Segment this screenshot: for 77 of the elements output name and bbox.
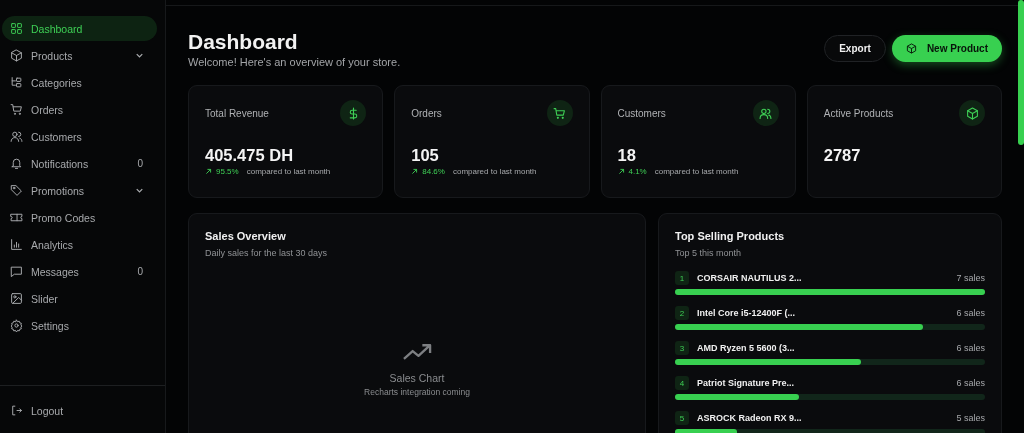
gear-icon xyxy=(10,319,23,332)
ticket-icon xyxy=(10,211,23,224)
new-product-button[interactable]: New Product xyxy=(891,35,1002,62)
sales-count: 6 sales xyxy=(956,378,985,388)
stat-value: 405.475 DH xyxy=(205,146,295,165)
bar-chart-icon xyxy=(10,238,23,251)
bell-icon xyxy=(10,157,23,170)
sales-count: 6 sales xyxy=(956,343,985,353)
stat-value: 18 xyxy=(617,146,637,165)
change-note: compared to last month xyxy=(654,167,739,176)
rank-badge: 2 xyxy=(675,306,689,320)
sidebar-item[interactable]: Slider xyxy=(2,286,157,311)
cart-icon xyxy=(546,100,573,126)
cube-icon xyxy=(10,49,23,62)
export-button[interactable]: Export xyxy=(824,35,886,62)
hierarchy-icon xyxy=(10,76,23,89)
change-percent: 4.1% xyxy=(628,167,647,176)
scrollbar-thumb[interactable] xyxy=(1018,0,1024,145)
card-subtitle: Top 5 this month xyxy=(675,248,743,258)
tag-icon xyxy=(10,184,23,197)
count-label: 0 xyxy=(137,158,143,169)
cart-icon xyxy=(10,103,23,116)
sidebar-item[interactable]: Products xyxy=(2,43,157,68)
change-note: compared to last month xyxy=(452,167,537,176)
dollar-icon xyxy=(340,100,367,126)
logout-link[interactable]: Logout xyxy=(2,398,157,423)
sidebar-item[interactable]: Promotions xyxy=(2,178,157,203)
image-icon xyxy=(10,292,23,305)
product-name: AMD Ryzen 5 5600 (3... xyxy=(697,343,796,353)
stat-label: Total Revenue xyxy=(205,107,269,119)
sidebar-item[interactable]: Messages 0 xyxy=(2,259,157,284)
product-name: CORSAIR NAUTILUS 2... xyxy=(697,273,803,283)
users-icon xyxy=(10,130,23,143)
page-title: Dashboard xyxy=(188,30,299,54)
users-icon xyxy=(752,100,779,126)
rank-badge: 5 xyxy=(675,411,689,425)
page-subtitle: Welcome! Here's an overview of your store. xyxy=(188,56,401,68)
cube-icon xyxy=(959,100,985,126)
sales-count: 6 sales xyxy=(956,308,985,318)
chat-icon xyxy=(10,265,23,278)
sidebar-item[interactable]: Settings xyxy=(2,313,157,338)
arrow-up-right-icon xyxy=(205,168,212,175)
card-title: Top Selling Products xyxy=(675,230,786,242)
trending-up-icon xyxy=(401,342,433,362)
placeholder-note: Recharts integration coming xyxy=(364,387,470,397)
card-title: Sales Overview xyxy=(205,230,287,242)
product-name: Patriot Signature Pre... xyxy=(697,378,796,388)
sidebar-item[interactable]: Orders xyxy=(2,97,157,122)
cube-icon xyxy=(905,43,917,54)
logout-icon xyxy=(10,404,23,417)
sidebar-item[interactable]: Notifications 0 xyxy=(2,151,157,176)
sidebar-item[interactable]: Dashboard xyxy=(2,16,157,41)
rank-badge: 3 xyxy=(675,341,689,355)
stat-value: 105 xyxy=(411,146,440,165)
change-percent: 95.5% xyxy=(216,167,239,176)
sidebar-item[interactable]: Categories xyxy=(2,70,157,95)
arrow-up-right-icon xyxy=(617,168,625,175)
stat-value: 2787 xyxy=(823,146,862,165)
change-percent: 84.6% xyxy=(422,167,445,176)
product-name: Intel Core i5-12400F (... xyxy=(697,308,797,318)
product-name: ASROCK Radeon RX 9... xyxy=(697,413,803,423)
sidebar-item[interactable]: Analytics xyxy=(2,232,157,257)
arrow-up-right-icon xyxy=(411,168,419,175)
sales-count: 5 sales xyxy=(956,413,985,423)
count-label: 0 xyxy=(137,266,143,277)
stat-label: Active Products xyxy=(823,107,894,119)
sidebar-item[interactable]: Customers xyxy=(2,124,157,149)
stat-label: Customers xyxy=(617,107,666,119)
grid-icon xyxy=(10,22,23,35)
sales-count: 7 sales xyxy=(956,273,985,283)
sidebar-item[interactable]: Promo Codes xyxy=(2,205,157,230)
card-subtitle: Daily sales for the last 30 days xyxy=(205,248,329,258)
rank-badge: 1 xyxy=(675,271,689,285)
change-note: compared to last month xyxy=(246,167,331,176)
stat-label: Orders xyxy=(411,107,442,119)
rank-badge: 4 xyxy=(675,376,689,390)
placeholder-title: Sales Chart xyxy=(389,372,445,384)
